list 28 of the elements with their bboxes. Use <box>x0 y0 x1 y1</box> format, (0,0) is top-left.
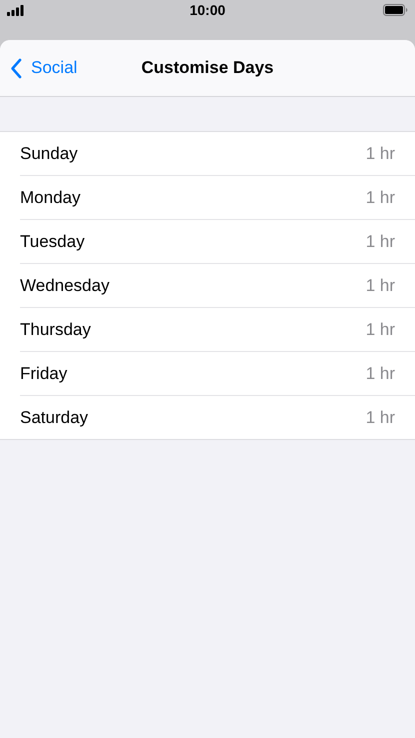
back-chevron-icon <box>10 58 22 78</box>
limit-value: 1 hr <box>366 276 395 296</box>
limit-value: 1 hr <box>366 408 395 428</box>
limit-value: 1 hr <box>366 232 395 252</box>
battery-icon <box>383 4 408 16</box>
day-row[interactable]: Friday 1 hr <box>20 352 415 396</box>
limit-value: 1 hr <box>366 188 395 208</box>
day-row[interactable]: Sunday 1 hr <box>20 132 415 176</box>
back-button[interactable]: Social <box>10 58 78 78</box>
limit-value: 1 hr <box>366 144 395 164</box>
day-row[interactable]: Wednesday 1 hr <box>20 264 415 308</box>
day-label: Thursday <box>20 320 91 340</box>
day-row[interactable]: Monday 1 hr <box>20 176 415 220</box>
status-time: 10:00 <box>190 2 226 18</box>
screen-title: Customise Days <box>141 58 274 78</box>
back-label: Social <box>31 58 78 78</box>
signal-icon <box>7 4 24 16</box>
day-label: Wednesday <box>20 276 110 296</box>
limit-value: 1 hr <box>366 364 395 384</box>
day-label: Monday <box>20 188 80 208</box>
limit-value: 1 hr <box>366 320 395 340</box>
day-label: Friday <box>20 364 68 384</box>
day-label: Tuesday <box>20 232 85 252</box>
day-label: Saturday <box>20 408 88 428</box>
day-row[interactable]: Saturday 1 hr <box>20 396 415 439</box>
day-row[interactable]: Thursday 1 hr <box>20 308 415 352</box>
day-row[interactable]: Tuesday 1 hr <box>20 220 415 264</box>
day-label: Sunday <box>20 144 78 164</box>
